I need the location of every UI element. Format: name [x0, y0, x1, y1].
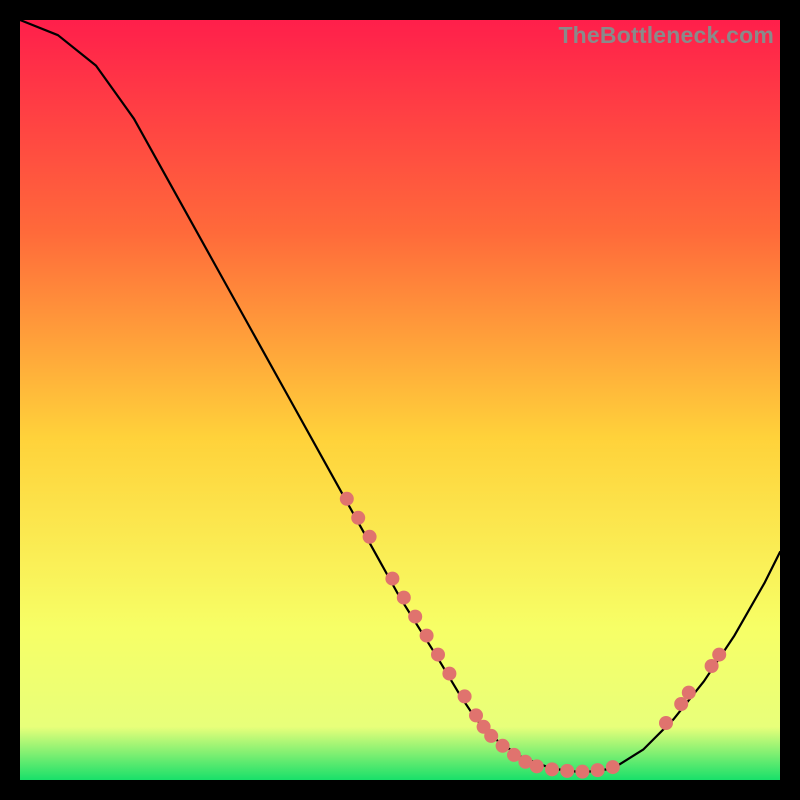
data-point — [591, 763, 605, 777]
data-point — [530, 759, 544, 773]
data-point — [363, 530, 377, 544]
data-point — [351, 511, 365, 525]
data-point — [420, 629, 434, 643]
data-point — [606, 760, 620, 774]
data-point — [496, 739, 510, 753]
data-point — [408, 610, 422, 624]
data-point — [560, 764, 574, 778]
data-point — [674, 697, 688, 711]
data-point — [458, 689, 472, 703]
data-point — [397, 591, 411, 605]
data-point — [712, 648, 726, 662]
data-point — [545, 762, 559, 776]
data-point — [431, 648, 445, 662]
chart-frame: TheBottleneck.com — [20, 20, 780, 780]
chart-background — [20, 20, 780, 780]
data-point — [682, 686, 696, 700]
data-point — [659, 716, 673, 730]
data-point — [469, 708, 483, 722]
data-point — [705, 659, 719, 673]
chart-svg — [20, 20, 780, 780]
data-point — [484, 729, 498, 743]
data-point — [340, 492, 354, 506]
watermark-text: TheBottleneck.com — [558, 22, 774, 49]
data-point — [385, 572, 399, 586]
data-point — [442, 667, 456, 681]
data-point — [575, 765, 589, 779]
